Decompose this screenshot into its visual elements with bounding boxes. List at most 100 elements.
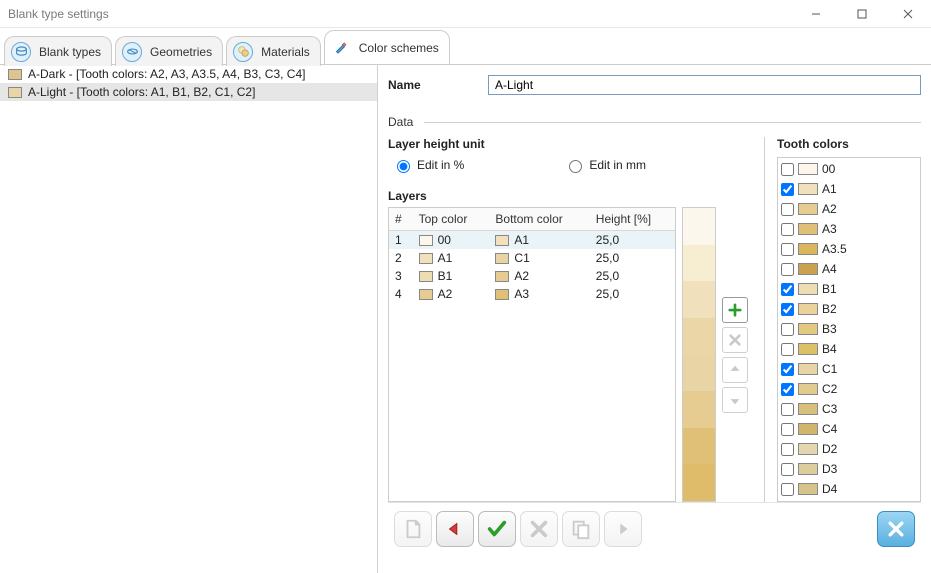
tooth-colors-list[interactable]: 00A1 A2 A3A3.5A4B1 B2 B3B4C1C2C3C4D2D3D4	[777, 157, 921, 502]
layer-row[interactable]: 3B1A225,0	[389, 267, 675, 285]
minimize-button[interactable]	[793, 0, 839, 28]
col-top: Top color	[413, 208, 490, 231]
tab-blank-types[interactable]: Blank types	[4, 36, 112, 66]
col-bottom: Bottom color	[489, 208, 589, 231]
tooth-color-item[interactable]: D3	[779, 459, 919, 479]
tooth-color-checkbox[interactable]	[781, 443, 794, 456]
tooth-color-item[interactable]: B2	[779, 299, 919, 319]
tooth-color-item[interactable]: A4	[779, 259, 919, 279]
tooth-color-checkbox[interactable]	[781, 483, 794, 496]
layer-preview	[682, 207, 716, 502]
tooth-color-item[interactable]: A3	[779, 219, 919, 239]
tooth-color-item[interactable]: B3	[779, 319, 919, 339]
close-dialog-button[interactable]	[877, 511, 915, 547]
scheme-list[interactable]: A-Dark - [Tooth colors: A2, A3, A3.5, A4…	[0, 65, 378, 573]
delete-layer-button[interactable]	[722, 327, 748, 353]
name-input[interactable]	[488, 75, 921, 95]
layer-row[interactable]: 100A125,0	[389, 231, 675, 250]
tooth-color-checkbox[interactable]	[781, 223, 794, 236]
tooth-color-swatch	[798, 403, 818, 415]
tooth-color-checkbox[interactable]	[781, 343, 794, 356]
tooth-color-checkbox[interactable]	[781, 263, 794, 276]
col-num: #	[389, 208, 413, 231]
top-color-name: B1	[438, 269, 453, 283]
top-color-name: A1	[438, 251, 453, 265]
tooth-color-checkbox[interactable]	[781, 423, 794, 436]
layer-height: 25,0	[590, 249, 675, 267]
preview-segment	[683, 428, 715, 465]
top-color-name: A2	[438, 287, 453, 301]
move-layer-down-button[interactable]	[722, 387, 748, 413]
tooth-color-item[interactable]: C2	[779, 379, 919, 399]
delete-button[interactable]	[520, 511, 558, 547]
radio-edit-percent-input[interactable]	[397, 160, 410, 173]
tab-materials[interactable]: Materials	[226, 36, 321, 66]
tooth-color-item[interactable]: 00	[779, 159, 919, 179]
tooth-color-item[interactable]: B1	[779, 279, 919, 299]
tooth-color-checkbox[interactable]	[781, 363, 794, 376]
blank-types-icon	[11, 42, 31, 62]
tab-bar: Blank types Geometries Materials Color s…	[0, 28, 931, 64]
tab-label: Color schemes	[359, 41, 439, 55]
tooth-color-checkbox[interactable]	[781, 243, 794, 256]
tooth-color-swatch	[798, 283, 818, 295]
preview-segment	[683, 245, 715, 282]
preview-segment	[683, 355, 715, 392]
tooth-color-name: B2	[822, 302, 837, 316]
scheme-item[interactable]: A-Dark - [Tooth colors: A2, A3, A3.5, A4…	[0, 65, 377, 83]
tooth-color-checkbox[interactable]	[781, 323, 794, 336]
layer-row[interactable]: 2A1C125,0	[389, 249, 675, 267]
maximize-button[interactable]	[839, 0, 885, 28]
layer-num: 3	[389, 267, 413, 285]
close-button[interactable]	[885, 0, 931, 28]
tooth-color-swatch	[798, 343, 818, 355]
add-layer-button[interactable]	[722, 297, 748, 323]
copy-button[interactable]	[562, 511, 600, 547]
tooth-color-swatch	[798, 243, 818, 255]
tooth-color-checkbox[interactable]	[781, 383, 794, 396]
radio-edit-mm-input[interactable]	[569, 160, 582, 173]
radio-edit-percent[interactable]: Edit in %	[392, 157, 464, 173]
layer-actions	[722, 207, 750, 502]
tooth-color-checkbox[interactable]	[781, 183, 794, 196]
apply-button[interactable]	[478, 511, 516, 547]
tooth-color-item[interactable]: D4	[779, 479, 919, 499]
tooth-color-checkbox[interactable]	[781, 283, 794, 296]
tooth-color-name: A2	[822, 202, 837, 216]
bottom-color-swatch	[495, 235, 509, 246]
tooth-color-item[interactable]: C3	[779, 399, 919, 419]
tooth-color-swatch	[798, 323, 818, 335]
tooth-color-item[interactable]: A1	[779, 179, 919, 199]
bottom-color-swatch	[495, 271, 509, 282]
undo-button[interactable]	[436, 511, 474, 547]
tooth-color-item[interactable]: A3.5	[779, 239, 919, 259]
move-layer-up-button[interactable]	[722, 357, 748, 383]
tooth-color-item[interactable]: A2	[779, 199, 919, 219]
preview-segment	[683, 391, 715, 428]
new-button[interactable]	[394, 511, 432, 547]
next-button[interactable]	[604, 511, 642, 547]
tooth-color-checkbox[interactable]	[781, 403, 794, 416]
main-pane: A-Dark - [Tooth colors: A2, A3, A3.5, A4…	[0, 64, 931, 573]
radio-edit-mm[interactable]: Edit in mm	[564, 157, 646, 173]
tooth-color-swatch	[798, 183, 818, 195]
bottom-toolbar	[388, 502, 921, 555]
tab-label: Blank types	[39, 45, 101, 59]
layer-row[interactable]: 4A2A325,0	[389, 285, 675, 303]
tooth-color-checkbox[interactable]	[781, 163, 794, 176]
tooth-color-checkbox[interactable]	[781, 303, 794, 316]
preview-segment	[683, 318, 715, 355]
layers-table[interactable]: # Top color Bottom color Height [%] 100A…	[388, 207, 676, 502]
geometries-icon	[122, 42, 142, 62]
tooth-color-item[interactable]: D2	[779, 439, 919, 459]
tooth-color-item[interactable]: B4	[779, 339, 919, 359]
tab-label: Materials	[261, 45, 310, 59]
tooth-color-item[interactable]: C4	[779, 419, 919, 439]
tab-geometries[interactable]: Geometries	[115, 36, 223, 66]
scheme-item[interactable]: A-Light - [Tooth colors: A1, B1, B2, C1,…	[0, 83, 377, 101]
tooth-color-checkbox[interactable]	[781, 463, 794, 476]
tooth-color-checkbox[interactable]	[781, 203, 794, 216]
color-schemes-icon	[331, 38, 351, 58]
tab-color-schemes[interactable]: Color schemes	[324, 30, 450, 64]
tooth-color-item[interactable]: C1	[779, 359, 919, 379]
